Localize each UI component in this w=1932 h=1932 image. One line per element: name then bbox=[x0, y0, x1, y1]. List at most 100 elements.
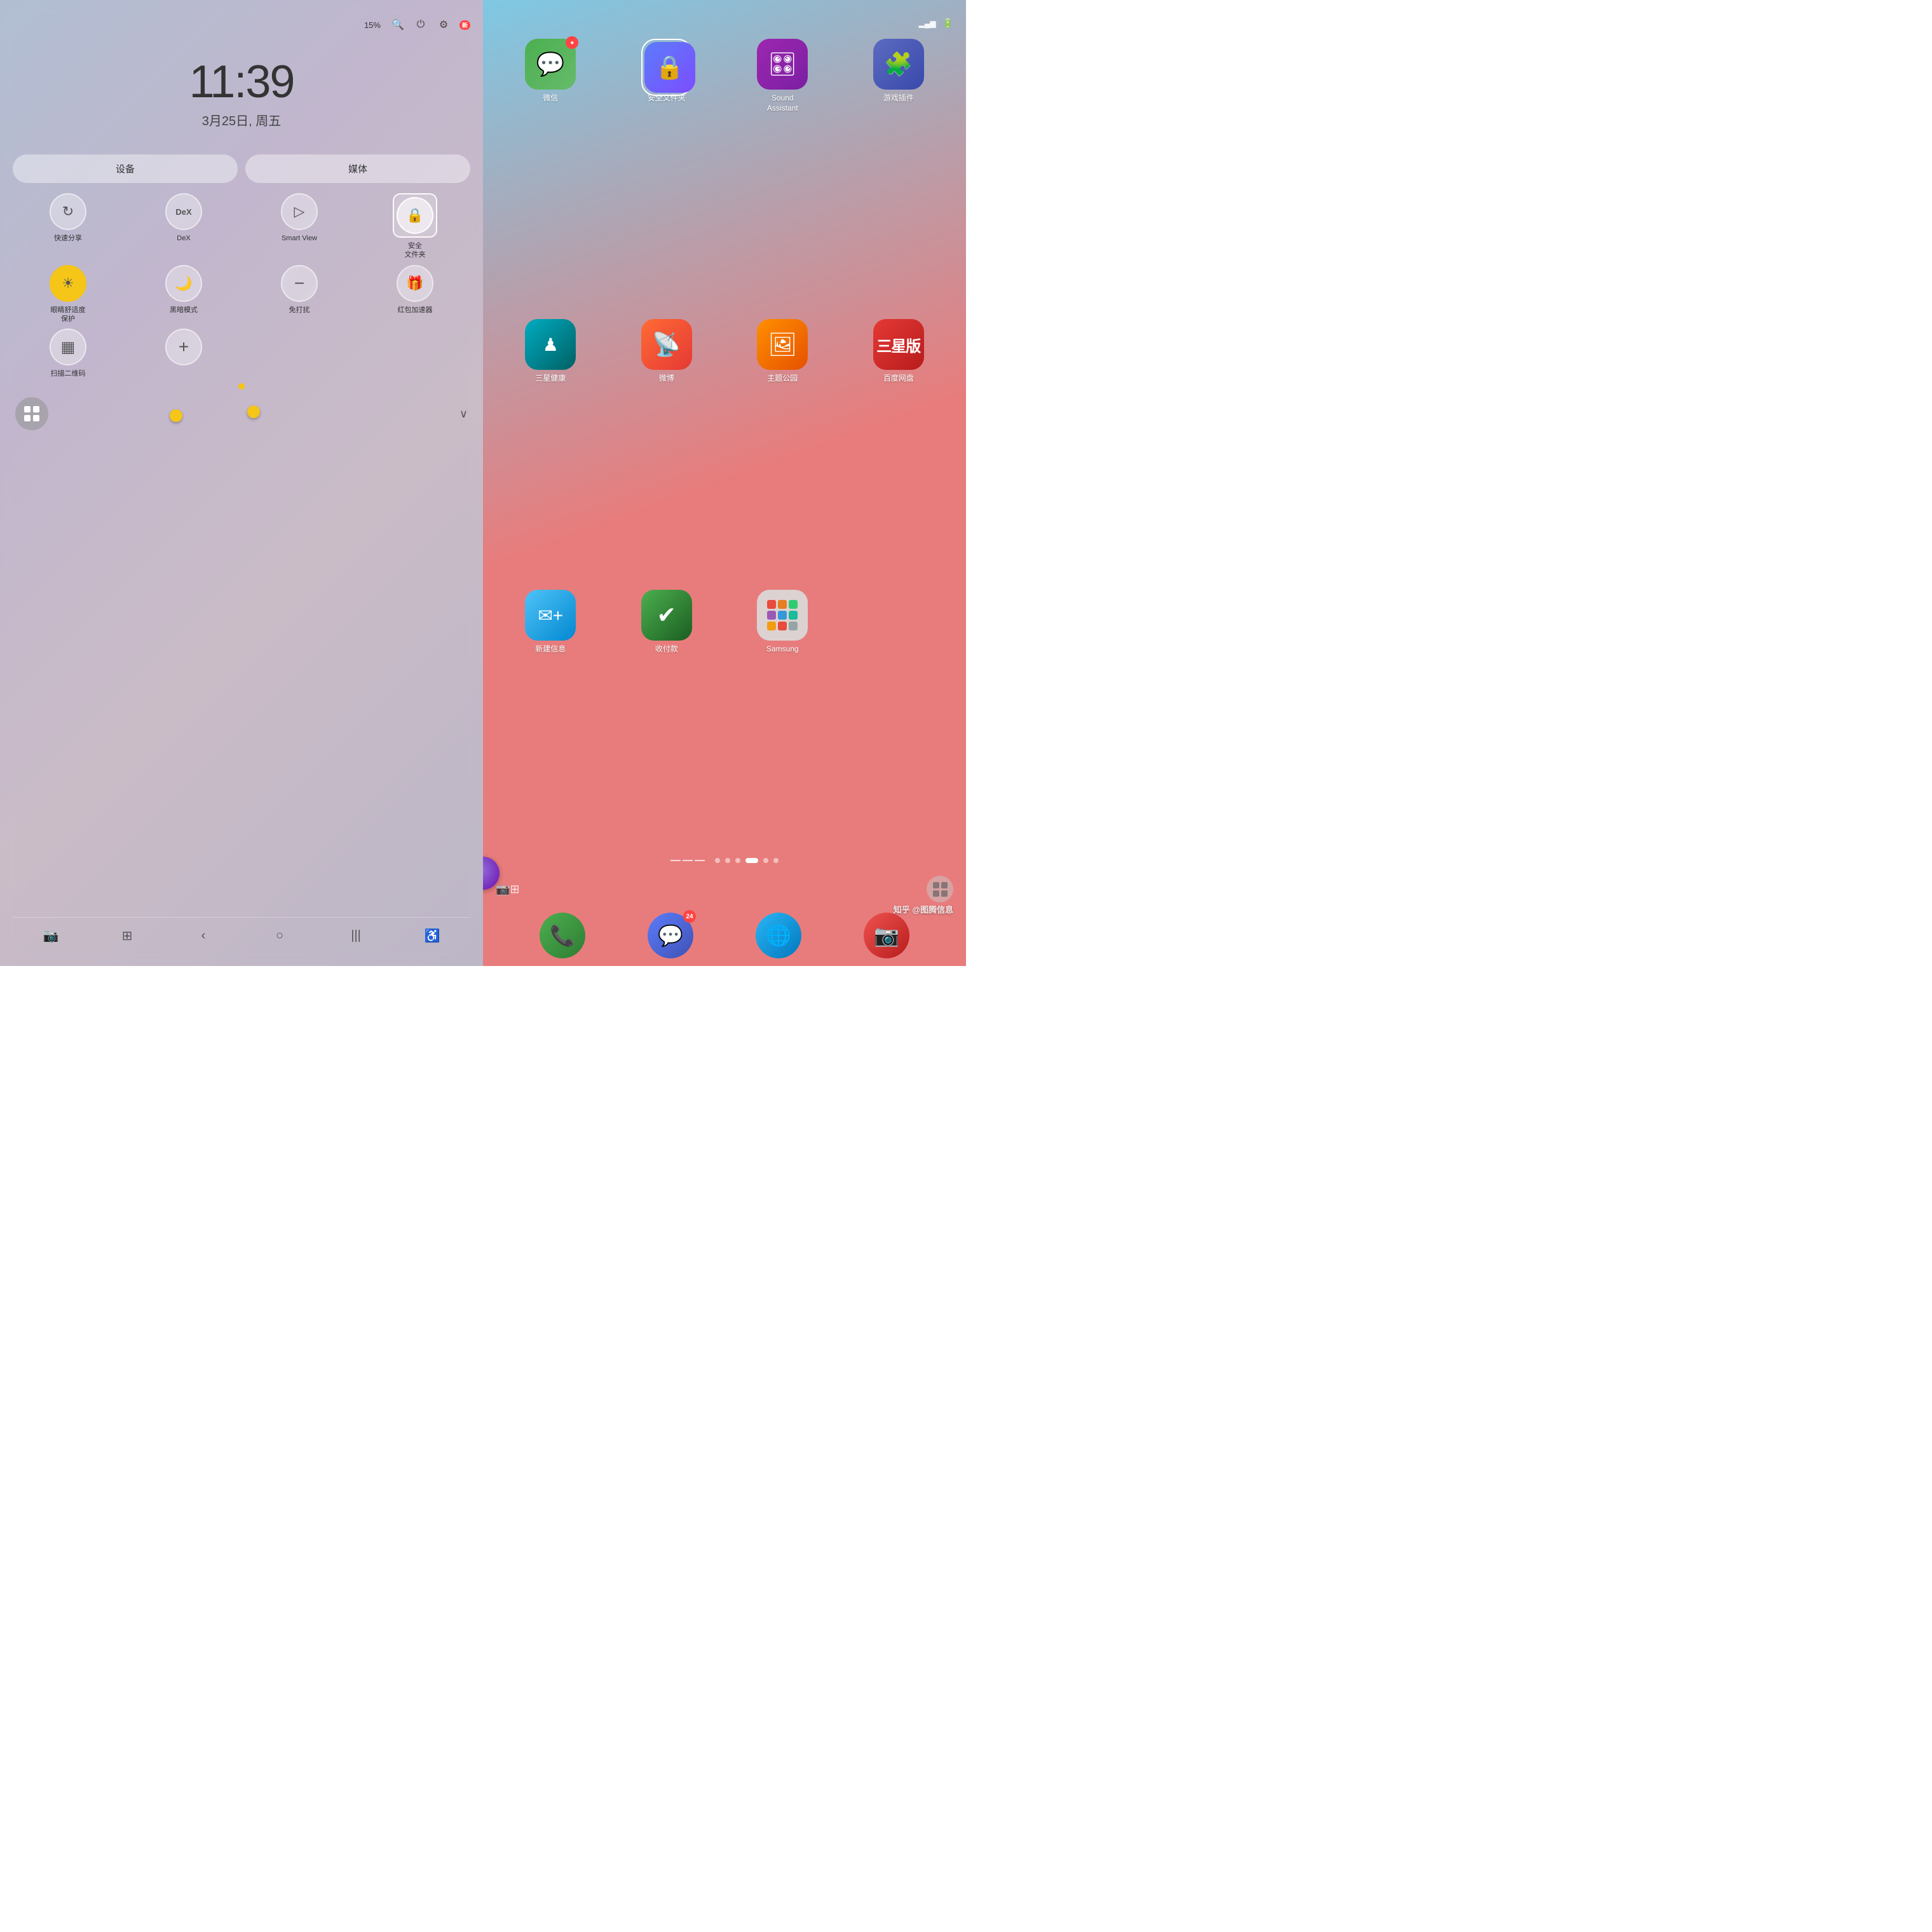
app-baidu-disk[interactable]: 三星版 百度网盘 bbox=[844, 319, 954, 577]
dark-mode-icon: 🌙 bbox=[165, 265, 202, 302]
wechat-label: 微信 bbox=[543, 93, 558, 104]
theme-icon: 🖼 bbox=[757, 319, 808, 370]
app-theme-park[interactable]: 🖼 主题公园 bbox=[728, 319, 838, 577]
page-dot-2[interactable] bbox=[725, 858, 730, 863]
status-bar-right: ▂▄▆ 🔋 bbox=[496, 13, 953, 39]
new-msg-label: 新建信息 bbox=[535, 644, 566, 655]
clock-section: 11:39 3月25日, 周五 bbox=[13, 56, 470, 129]
page-dot-4[interactable] bbox=[745, 858, 758, 863]
sound-assistant-label: SoundAssistant bbox=[767, 93, 798, 113]
dex-icon: DeX bbox=[165, 193, 202, 230]
recents-nav-icon[interactable]: ||| bbox=[344, 924, 367, 947]
toggle-row-1: ↻ 快速分享 DeX DeX ▷ Smart View 🔒 安全文件夹 bbox=[13, 193, 470, 260]
game-plugin-label: 游戏插件 bbox=[883, 93, 914, 104]
toggle-eye-comfort[interactable]: ☀ 眼睛舒适度保护 bbox=[13, 265, 123, 324]
app-samsung-health[interactable]: ♟ 三星健康 bbox=[496, 319, 606, 577]
accessibility-nav-icon[interactable]: ♿ bbox=[421, 924, 444, 947]
toggle-smart-view[interactable]: ▷ Smart View bbox=[244, 193, 355, 260]
bottom-nav-left: 📷 ⊞ ‹ ○ ||| ♿ bbox=[13, 917, 470, 953]
sound-assistant-icon: 🎛 bbox=[757, 39, 808, 90]
secure-folder-icon: 🔒 bbox=[397, 197, 433, 234]
bottom-dock: 📞 💬 24 🌐 📷 bbox=[496, 905, 953, 966]
payment-icon: ✔ bbox=[641, 590, 692, 641]
screenshot-icon: 📷 bbox=[864, 913, 909, 958]
page-lines bbox=[670, 860, 705, 861]
red-envelope-icon: 🎁 bbox=[397, 265, 433, 302]
status-bar-left: 15% 🔍 ⏻ ⚙ 新 bbox=[13, 13, 470, 37]
toggle-red-envelope[interactable]: 🎁 红包加速器 bbox=[360, 265, 470, 324]
scan-nav-icon[interactable]: ⊞ bbox=[116, 924, 139, 947]
health-label: 三星健康 bbox=[535, 374, 566, 384]
game-plugin-icon: 🧩 bbox=[873, 39, 924, 90]
toggle-quick-share[interactable]: ↻ 快速分享 bbox=[13, 193, 123, 260]
camera-nav-icon[interactable]: 📷 bbox=[39, 924, 62, 947]
toggle-dnd[interactable]: − 免打扰 bbox=[244, 265, 355, 324]
power-icon[interactable]: ⏻ bbox=[414, 18, 428, 32]
dnd-label: 免打扰 bbox=[289, 306, 310, 315]
eye-comfort-label: 眼睛舒适度保护 bbox=[51, 306, 86, 324]
page-indicator bbox=[496, 848, 953, 873]
brightness-row: ∨ bbox=[13, 397, 470, 430]
tab-row: 设备 媒体 bbox=[13, 154, 470, 183]
toggle-qr-code[interactable]: ▦ 扫描二维码 bbox=[13, 329, 123, 378]
app-secure-folder[interactable]: 🔒 安全文件夹 bbox=[612, 39, 722, 306]
qr-icon: ▦ bbox=[50, 329, 86, 365]
apps-grid-button[interactable] bbox=[15, 397, 48, 430]
battery-level: 15% bbox=[364, 20, 381, 30]
health-icon: ♟ bbox=[525, 319, 576, 370]
app-payment[interactable]: ✔ 收付款 bbox=[612, 590, 722, 848]
app-weibo[interactable]: 📡 微博 bbox=[612, 319, 722, 577]
dock-messages[interactable]: 💬 24 bbox=[648, 913, 693, 958]
quick-share-label: 快速分享 bbox=[54, 234, 82, 243]
scan-left-icon[interactable]: ⊞ bbox=[510, 883, 519, 896]
dock-browser[interactable]: 🌐 bbox=[756, 913, 801, 958]
toggle-row-2: ☀ 眼睛舒适度保护 🌙 黑暗模式 − 免打扰 🎁 红包加速器 bbox=[13, 265, 470, 324]
page-dot-5[interactable] bbox=[763, 858, 768, 863]
browser-icon: 🌐 bbox=[756, 913, 801, 958]
app-wechat[interactable]: 💬 ● 微信 bbox=[496, 39, 606, 306]
weibo-label: 微博 bbox=[659, 374, 674, 384]
dock-phone[interactable]: 📞 bbox=[540, 913, 585, 958]
new-msg-icon: ✉+ bbox=[525, 590, 576, 641]
right-panel: ▂▄▆ 🔋 💬 ● 微信 🔒 安全文件夹 🎛 SoundAssistant bbox=[483, 0, 966, 966]
new-badge: 新 bbox=[459, 20, 470, 30]
app-sound-assistant[interactable]: 🎛 SoundAssistant bbox=[728, 39, 838, 306]
settings-icon[interactable]: ⚙ bbox=[437, 18, 451, 32]
back-nav-icon[interactable]: ‹ bbox=[192, 924, 215, 947]
clock-date: 3月25日, 周五 bbox=[13, 111, 470, 129]
page-dot-1[interactable] bbox=[715, 858, 720, 863]
toggle-dark-mode[interactable]: 🌙 黑暗模式 bbox=[128, 265, 239, 324]
app-game-plugin[interactable]: 🧩 游戏插件 bbox=[844, 39, 954, 306]
toggle-row-3: ▦ 扫描二维码 + bbox=[13, 329, 470, 378]
messages-badge: 24 bbox=[683, 910, 696, 923]
volume-area bbox=[13, 383, 470, 392]
page-dot-6[interactable] bbox=[773, 858, 779, 863]
toggle-secure-folder[interactable]: 🔒 安全文件夹 bbox=[360, 193, 470, 260]
baidu-icon: 三星版 bbox=[873, 319, 924, 370]
tab-media[interactable]: 媒体 bbox=[245, 154, 470, 183]
chevron-down-icon[interactable]: ∨ bbox=[459, 407, 468, 421]
search-icon[interactable]: 🔍 bbox=[391, 18, 405, 32]
wechat-badge: ● bbox=[566, 36, 578, 49]
page-dot-3[interactable] bbox=[735, 858, 740, 863]
app-new-message[interactable]: ✉+ 新建信息 bbox=[496, 590, 606, 848]
smart-view-icon: ▷ bbox=[281, 193, 318, 230]
camera-left-icon[interactable]: 📷 bbox=[496, 883, 510, 896]
app-samsung-folder[interactable]: Samsung bbox=[728, 590, 838, 848]
home-nav-icon[interactable]: ○ bbox=[268, 924, 291, 947]
theme-label: 主题公园 bbox=[767, 374, 798, 384]
bottom-cam-row: 📷 ⊞ bbox=[496, 873, 953, 905]
battery-icon: 🔋 bbox=[942, 18, 953, 29]
app-grid: 💬 ● 微信 🔒 安全文件夹 🎛 SoundAssistant 🧩 游戏插件 bbox=[496, 39, 953, 848]
dnd-icon: − bbox=[281, 265, 318, 302]
secure-folder-icon: 🔒 bbox=[644, 42, 695, 93]
dock-screenshot[interactable]: 📷 bbox=[864, 913, 909, 958]
smart-view-label: Smart View bbox=[282, 234, 317, 243]
status-icons: 🔍 ⏻ ⚙ 新 bbox=[391, 18, 470, 32]
apps-right-btn[interactable] bbox=[927, 876, 953, 902]
add-icon: + bbox=[165, 329, 202, 365]
toggle-dex[interactable]: DeX DeX bbox=[128, 193, 239, 260]
tab-device[interactable]: 设备 bbox=[13, 154, 238, 183]
red-envelope-label: 红包加速器 bbox=[398, 306, 433, 315]
toggle-add[interactable]: + bbox=[128, 329, 239, 378]
